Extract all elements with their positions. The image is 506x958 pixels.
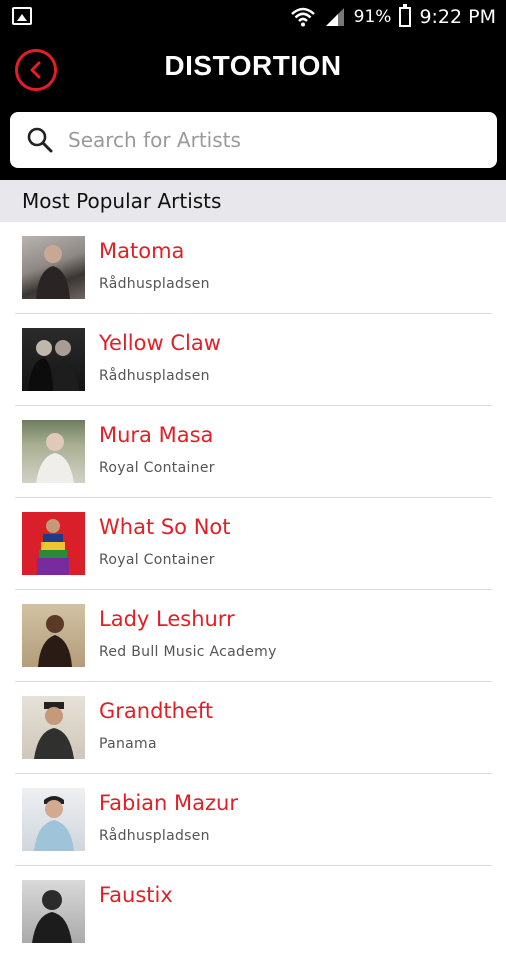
artist-photo (22, 604, 85, 667)
signal-icon (325, 8, 344, 26)
artist-name: Lady Leshurr (99, 607, 235, 631)
artist-photo (22, 880, 85, 943)
artist-venue: Rådhuspladsen (99, 828, 210, 844)
artist-photo (22, 328, 85, 391)
artist-row-fabian-mazur[interactable]: Fabian Mazur Rådhuspladsen (0, 774, 506, 866)
artist-row-matoma[interactable]: Matoma Rådhuspladsen (0, 222, 506, 314)
app-bar: DISTORTION (0, 34, 506, 110)
artist-name: Grandtheft (99, 699, 214, 723)
artist-photo (22, 788, 85, 851)
search-box[interactable] (10, 112, 497, 168)
artist-photo (22, 420, 85, 483)
artist-venue: Rådhuspladsen (99, 276, 210, 292)
artist-venue: Panama (99, 736, 157, 752)
artist-name: Mura Masa (99, 423, 214, 447)
search-bar-container (0, 110, 506, 180)
artist-venue: Red Bull Music Academy (99, 644, 277, 660)
battery-charging-icon (399, 4, 412, 27)
artist-photo (22, 512, 85, 575)
artist-venue: Royal Container (99, 460, 215, 476)
page-title: DISTORTION (164, 50, 342, 81)
artist-venue: Royal Container (99, 552, 215, 568)
image-notification-icon (12, 7, 32, 25)
artist-name: What So Not (99, 515, 231, 539)
artist-row-faustix[interactable]: Faustix (0, 866, 506, 958)
search-icon (27, 127, 53, 153)
section-header: Most Popular Artists (0, 180, 506, 222)
search-input[interactable] (66, 127, 470, 153)
section-title: Most Popular Artists (22, 189, 222, 213)
artist-name: Yellow Claw (99, 331, 221, 355)
status-time: 9:22 PM (419, 6, 496, 28)
artist-row-lady-leshurr[interactable]: Lady Leshurr Red Bull Music Academy (0, 590, 506, 682)
artist-venue: Rådhuspladsen (99, 368, 210, 384)
artist-row-grandtheft[interactable]: Grandtheft Panama (0, 682, 506, 774)
artist-name: Fabian Mazur (99, 791, 238, 815)
status-bar: 91% 9:22 PM (0, 0, 506, 34)
artist-row-yellow-claw[interactable]: Yellow Claw Rådhuspladsen (0, 314, 506, 406)
artist-row-what-so-not[interactable]: What So Not Royal Container (0, 498, 506, 590)
battery-percent: 91% (353, 7, 392, 27)
artist-list: Matoma Rådhuspladsen Yellow Claw Rådhusp… (0, 222, 506, 958)
artist-name: Matoma (99, 239, 185, 263)
wifi-icon (290, 7, 315, 27)
status-bar-right: 91% 9:22 PM (290, 4, 496, 30)
artist-photo (22, 236, 85, 299)
artist-name: Faustix (99, 883, 173, 907)
artist-row-mura-masa[interactable]: Mura Masa Royal Container (0, 406, 506, 498)
artist-photo (22, 696, 85, 759)
